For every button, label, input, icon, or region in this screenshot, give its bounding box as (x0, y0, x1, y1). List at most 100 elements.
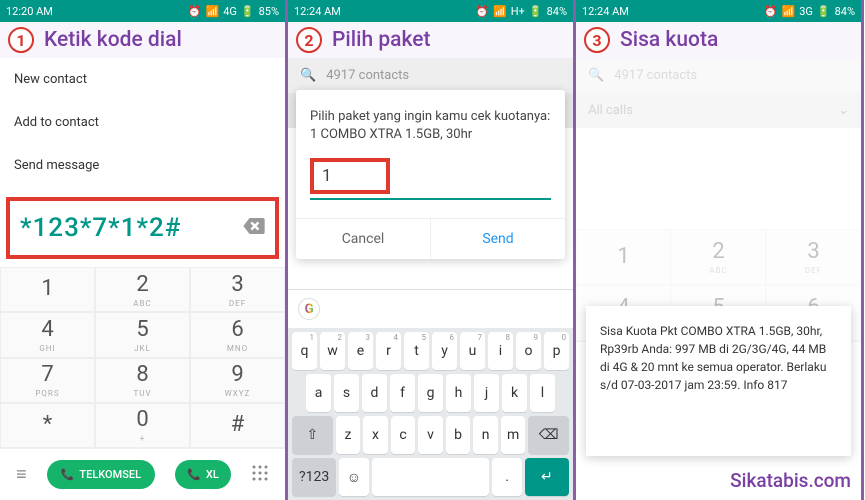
key-r[interactable]: 4r (376, 332, 401, 370)
key-d[interactable]: d (362, 374, 387, 412)
key-0[interactable]: 0+ (95, 403, 190, 448)
search-row[interactable]: 🔍 4917 contacts (576, 58, 861, 93)
filter-label: All calls (588, 103, 633, 118)
step-badge: 2 (296, 27, 322, 53)
status-bar: 12:24 AM ⏰ 📶 H+ 🔋 84% (288, 0, 573, 22)
key-m[interactable]: m (501, 416, 526, 454)
key-l[interactable]: l (530, 374, 555, 412)
key-2[interactable]: 2ABC (671, 229, 766, 285)
key-b[interactable]: b (446, 416, 471, 454)
key-e[interactable]: 3e (348, 332, 373, 370)
panel-3: 12:24 AM ⏰ 📶 3G 🔋 84% 3 Sisa kuota 🔍 491… (576, 0, 864, 500)
network-label: H+ (511, 5, 525, 18)
key-s[interactable]: s (334, 374, 359, 412)
status-right: ⏰ 📶 3G 🔋 84% (764, 5, 855, 18)
key-u[interactable]: 7u (460, 332, 485, 370)
alarm-icon: ⏰ (764, 5, 778, 18)
menu-new-contact[interactable]: New contact (0, 58, 285, 101)
key-y[interactable]: 6y (432, 332, 457, 370)
call-xl-button[interactable]: 📞 XL (175, 460, 231, 489)
key-z[interactable]: z (336, 416, 361, 454)
panel-title: 2 Pilih paket (288, 22, 573, 58)
key-k[interactable]: k (502, 374, 527, 412)
key-6[interactable]: 6MNO (190, 312, 285, 357)
key-j[interactable]: j (474, 374, 499, 412)
send-button[interactable]: Send (431, 219, 565, 259)
key-x[interactable]: x (363, 416, 388, 454)
status-time: 12:24 AM (294, 5, 341, 18)
key-hash[interactable]: # (190, 403, 285, 448)
enter-key[interactable]: ↵ (525, 458, 569, 496)
key-t[interactable]: 5t (404, 332, 429, 370)
phone-icon: 📞 (187, 468, 201, 481)
key-7[interactable]: 7PQRS (0, 358, 95, 403)
dial-code: *123*7*1*2# (20, 213, 181, 243)
key-f[interactable]: f (390, 374, 415, 412)
status-bar: 12:24 AM ⏰ 📶 3G 🔋 84% (576, 0, 861, 22)
key-9[interactable]: 9WXYZ (190, 358, 285, 403)
dialog-input-highlight: 1 (310, 158, 390, 194)
panel-title: 1 Ketik kode dial (0, 22, 285, 58)
search-icon: 🔍 (300, 68, 316, 83)
backspace-key[interactable]: ⌫ (528, 416, 569, 454)
key-3[interactable]: 3DEF (766, 229, 861, 285)
key-8[interactable]: 8TUV (95, 358, 190, 403)
alarm-icon: ⏰ (475, 5, 489, 18)
key-h[interactable]: h (446, 374, 471, 412)
menu-add-to-contact[interactable]: Add to contact (0, 101, 285, 144)
key-o[interactable]: 9o (516, 332, 541, 370)
menu-send-message[interactable]: Send message (0, 144, 285, 187)
search-icon: 🔍 (588, 68, 604, 83)
key-v[interactable]: v (418, 416, 443, 454)
google-icon: G (298, 298, 320, 320)
battery-icon: 🔋 (241, 5, 255, 18)
shift-key[interactable]: ⇧ (292, 416, 333, 454)
key-5[interactable]: 5JKL (95, 312, 190, 357)
dialog-message: Pilih paket yang ingin kamu cek kuotanya… (310, 108, 551, 144)
key-3[interactable]: 3DEF (190, 267, 285, 312)
dialpad-icon[interactable] (251, 464, 269, 486)
key-i[interactable]: 8i (488, 332, 513, 370)
key-1[interactable]: 1 (576, 229, 671, 285)
symbols-key[interactable]: ?123 (292, 458, 336, 496)
key-g[interactable]: g (418, 374, 443, 412)
filter-row[interactable]: All calls ⌄ (576, 93, 861, 128)
status-right: ⏰ 📶 H+ 🔋 84% (475, 5, 567, 18)
search-placeholder: 4917 contacts (326, 68, 409, 83)
keypad: 1 2ABC 3DEF 4GHI 5JKL 6MNO 7PQRS 8TUV 9W… (0, 267, 285, 448)
emoji-key[interactable]: ☺ (339, 458, 368, 496)
google-suggest-row[interactable]: G (288, 289, 573, 328)
status-bar: 12:20 AM ⏰ 📶 4G 🔋 85% (0, 0, 285, 22)
battery-label: 85% (259, 5, 279, 18)
search-row[interactable]: 🔍 4917 contacts (288, 58, 573, 93)
title-text: Ketik kode dial (44, 28, 182, 52)
space-key[interactable] (372, 458, 490, 496)
key-1[interactable]: 1 (0, 267, 95, 312)
bottom-row: ≡ 📞 TELKOMSEL 📞 XL (0, 448, 285, 500)
key-w[interactable]: 2w (320, 332, 345, 370)
key-star[interactable]: * (0, 403, 95, 448)
key-a[interactable]: a (306, 374, 331, 412)
signal-icon: 📶 (781, 5, 795, 18)
dial-display: *123*7*1*2# (6, 197, 279, 259)
network-label: 3G (799, 5, 813, 18)
backspace-icon[interactable] (243, 218, 265, 238)
menu-icon[interactable]: ≡ (16, 464, 27, 485)
panel-2: 12:24 AM ⏰ 📶 H+ 🔋 84% 2 Pilih paket 🔍 49… (288, 0, 576, 500)
key-q[interactable]: 1q (292, 332, 317, 370)
dialog-buttons: Cancel Send (296, 218, 565, 259)
title-text: Pilih paket (332, 28, 430, 52)
key-n[interactable]: n (473, 416, 498, 454)
dialog-input[interactable]: 1 (322, 166, 378, 186)
call-label: TELKOMSEL (79, 468, 141, 481)
status-time: 12:20 AM (6, 5, 53, 18)
key-p[interactable]: 0p (544, 332, 569, 370)
status-time: 12:24 AM (582, 5, 629, 18)
cancel-button[interactable]: Cancel (296, 219, 431, 259)
period-key[interactable]: . (492, 458, 521, 496)
key-c[interactable]: c (391, 416, 416, 454)
title-text: Sisa kuota (620, 28, 718, 52)
key-4[interactable]: 4GHI (0, 312, 95, 357)
key-2[interactable]: 2ABC (95, 267, 190, 312)
call-telkomsel-button[interactable]: 📞 TELKOMSEL (47, 460, 155, 489)
